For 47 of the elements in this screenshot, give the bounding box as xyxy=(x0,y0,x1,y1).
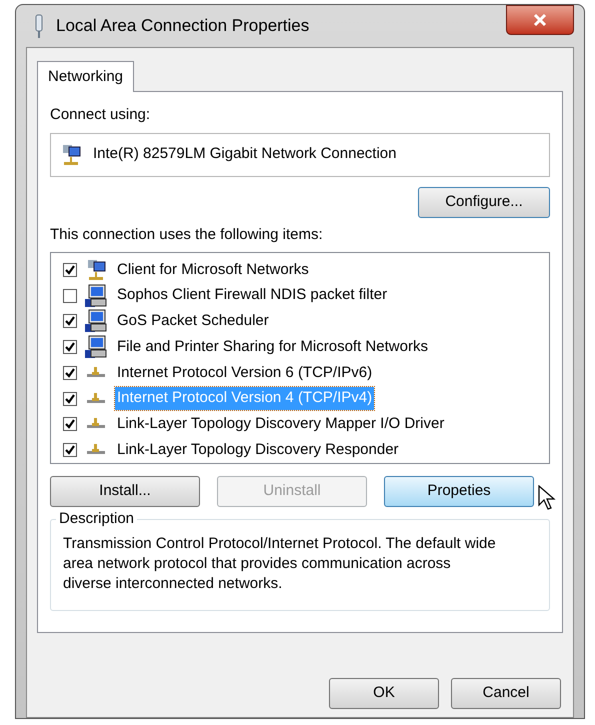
description-text: Transmission Control Protocol/Internet Protocol. The default wide area network protocol that provides communication across diverse interconnected networks. xyxy=(63,534,497,594)
checkmark-icon xyxy=(65,342,75,352)
computer-icon xyxy=(85,309,107,334)
network-client-icon xyxy=(61,144,81,166)
checkmark-icon xyxy=(65,394,75,404)
network-protocol-icon xyxy=(86,392,106,405)
window-title: Local Area Connection Properties xyxy=(56,15,310,38)
network-protocol-icon xyxy=(86,366,106,379)
checkbox[interactable] xyxy=(63,340,77,354)
list-item[interactable]: Client for Microsoft Networks xyxy=(115,258,311,282)
action-button[interactable]: Install... xyxy=(50,476,200,507)
list-item[interactable]: File and Printer Sharing for Microsoft Networks xyxy=(115,336,430,358)
checkbox[interactable] xyxy=(63,417,77,432)
list-item[interactable]: Link-Layer Topology Discovery Mapper I/O Driver xyxy=(115,413,446,436)
network-protocol-icon xyxy=(86,418,106,430)
checkbox[interactable] xyxy=(63,392,77,406)
action-button[interactable]: Propeties xyxy=(384,476,534,507)
checkbox[interactable] xyxy=(63,288,77,303)
checkbox[interactable] xyxy=(63,443,77,458)
connect-using-label: Connect using: xyxy=(50,105,152,125)
checkmark-icon xyxy=(65,445,75,456)
checkbox[interactable] xyxy=(63,366,77,380)
list-item[interactable]: GoS Packet Scheduler xyxy=(115,310,271,333)
network-client-icon xyxy=(86,258,106,281)
network-protocol-icon xyxy=(86,444,106,456)
adapter-field: Inte(R) 82579LM Gigabit Network Connection xyxy=(50,132,550,176)
dialog-button[interactable]: OK xyxy=(329,678,439,709)
checkbox[interactable] xyxy=(63,262,77,277)
checkmark-icon xyxy=(65,368,75,378)
list-item[interactable]: Internet Protocol Version 6 (TCP/IPv6) xyxy=(115,362,374,384)
checkmark-icon xyxy=(65,419,75,430)
description-title: Description xyxy=(56,510,138,528)
checkmark-icon xyxy=(65,316,75,326)
items-label: This connection uses the following items: xyxy=(50,224,324,244)
checkbox[interactable] xyxy=(63,314,77,328)
list-item[interactable]: Sophos Client Firewall NDIS packet filter xyxy=(115,284,390,307)
close-button[interactable] xyxy=(506,5,574,35)
list-item[interactable]: Link-Layer Topology Discovery Responder xyxy=(115,438,401,462)
mouse-pointer-icon xyxy=(538,485,556,511)
dialog-button[interactable]: Cancel xyxy=(451,678,561,709)
network-plug-icon xyxy=(34,13,44,39)
close-icon xyxy=(533,13,547,27)
checkmark-icon xyxy=(65,264,75,275)
computer-icon xyxy=(85,335,107,360)
configure-button[interactable]: Configure... xyxy=(418,186,550,218)
tab[interactable]: Networking xyxy=(37,61,134,92)
computer-icon xyxy=(85,284,107,308)
